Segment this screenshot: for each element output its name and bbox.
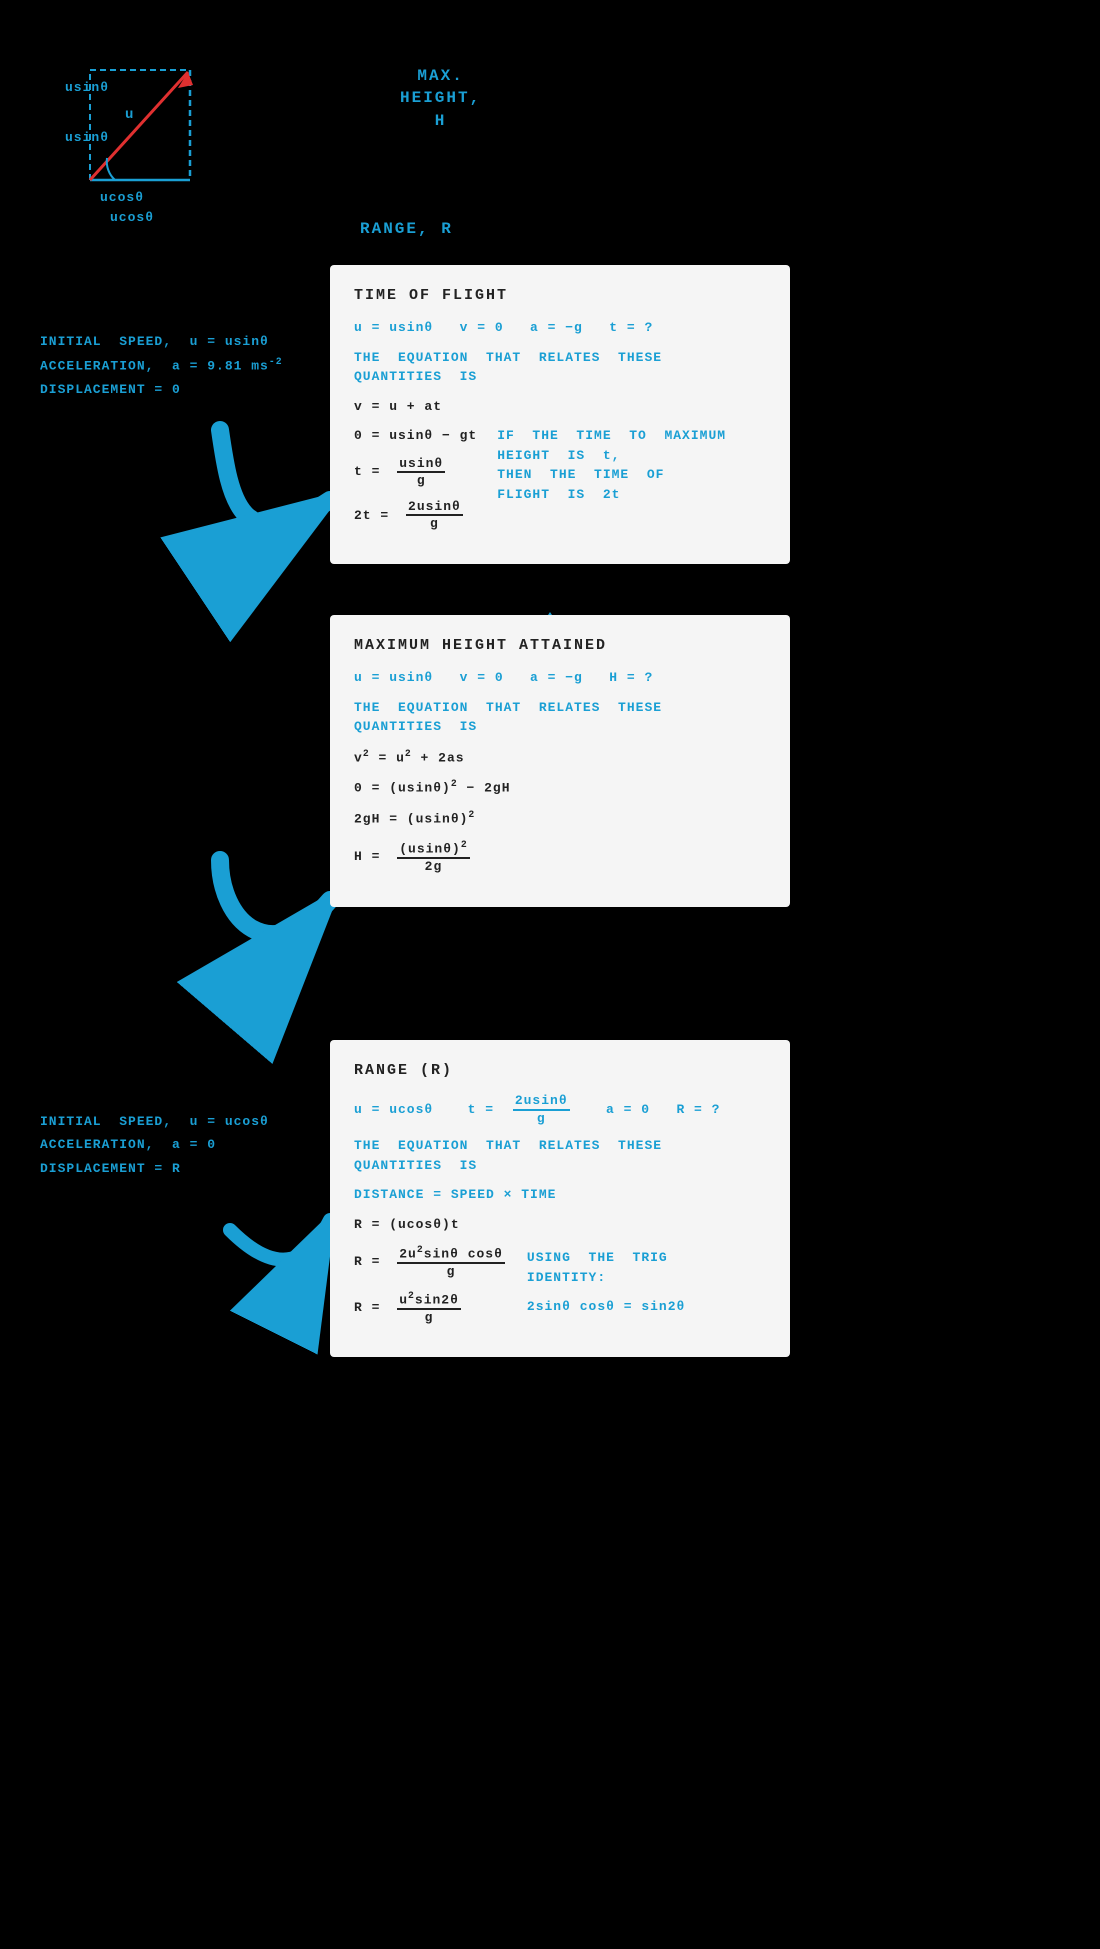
left-info-bottom-line1: INITIAL SPEED, u = ucosθ xyxy=(40,1110,269,1133)
tof-line1: u = usinθ v = 0 a = −g t = ? xyxy=(354,318,766,338)
max-height-title: MAXIMUM HEIGHT ATTAINED xyxy=(354,637,766,654)
tof-side-note: IF THE TIME TO MAXIMUMHEIGHT IS t,THEN T… xyxy=(497,426,687,504)
range-label-top: RANGE, R xyxy=(360,220,453,238)
left-info-line2: ACCELERATION, a = 9.81 ms-2 xyxy=(40,353,283,378)
tof-eq3-num: usinθ xyxy=(397,456,445,474)
max-eq4-den: 2g xyxy=(423,859,445,875)
range-trig-identity: 2sinθ cosθ = sin2θ xyxy=(527,1297,685,1317)
range-line1: u = ucosθ t = 2usinθ g a = 0 R = ? xyxy=(354,1093,766,1126)
max-eq-label: THE EQUATION THAT RELATES THESEQUANTITIE… xyxy=(354,698,766,737)
left-info-line1: INITIAL SPEED, u = usinθ xyxy=(40,330,283,353)
range-eq4-den: g xyxy=(423,1310,436,1326)
range-eq2: R = (ucosθ)t xyxy=(354,1215,766,1235)
range-eq1: DISTANCE = SPEED × TIME xyxy=(354,1185,766,1205)
left-info-bottom-line3: DISPLACEMENT = R xyxy=(40,1157,269,1180)
max-height-box: MAXIMUM HEIGHT ATTAINED u = usinθ v = 0 … xyxy=(330,615,790,907)
tof-eq-label: THE EQUATION THAT RELATES THESEQUANTITIE… xyxy=(354,348,766,387)
range-eq4: R = u2sin2θ g xyxy=(354,1290,507,1326)
range-box: RANGE (R) u = ucosθ t = 2usinθ g a = 0 R… xyxy=(330,1040,790,1357)
range-eq3-num: 2u2sinθ cosθ xyxy=(397,1244,505,1264)
tof-eq3: t = usinθ g xyxy=(354,456,477,489)
range-trig-note: USING THE TRIGIDENTITY: xyxy=(527,1248,685,1287)
range-eq3: R = 2u2sinθ cosθ g xyxy=(354,1244,507,1280)
left-info-bottom: INITIAL SPEED, u = ucosθ ACCELERATION, a… xyxy=(40,1110,269,1180)
time-of-flight-box: TIME OF FLIGHT u = usinθ v = 0 a = −g t … xyxy=(330,265,790,564)
ucos-label: ucosθ xyxy=(100,190,144,205)
left-info-line3: DISPLACEMENT = 0 xyxy=(40,378,283,401)
tof-eq3-den: g xyxy=(415,473,428,489)
max-line1: u = usinθ v = 0 a = −g H = ? xyxy=(354,668,766,688)
tof-eq4-num: 2usinθ xyxy=(406,499,463,517)
tof-eq4-den: g xyxy=(428,516,441,532)
max-eq3: 2gH = (usinθ)2 xyxy=(354,808,766,829)
max-eq4-num: (usinθ)2 xyxy=(397,839,469,859)
max-eq1: v2 = u2 + 2as xyxy=(354,747,766,768)
label-usintheta: usinθ xyxy=(65,130,109,145)
range-eq3-den: g xyxy=(445,1264,458,1280)
max-height-label: MAX. HEIGHT, H xyxy=(400,65,481,132)
range-eq4-num: u2sin2θ xyxy=(397,1290,461,1310)
tof-eq2: 0 = usinθ − gt xyxy=(354,426,477,446)
svg-text:u: u xyxy=(125,107,133,123)
left-info-top: INITIAL SPEED, u = usinθ ACCELERATION, a… xyxy=(40,330,283,402)
max-eq2: 0 = (usinθ)2 − 2gH xyxy=(354,777,766,798)
range-title: RANGE (R) xyxy=(354,1062,766,1079)
time-of-flight-title: TIME OF FLIGHT xyxy=(354,287,766,304)
range-t-den: g xyxy=(535,1111,548,1127)
left-info-bottom-line2: ACCELERATION, a = 0 xyxy=(40,1133,269,1156)
range-t-num: 2usinθ xyxy=(513,1093,570,1111)
tof-eq1: v = u + at xyxy=(354,397,766,417)
max-eq4: H = (usinθ)2 2g xyxy=(354,839,766,875)
usin-label: usinθ xyxy=(65,80,109,95)
range-eq-label: THE EQUATION THAT RELATES THESEQUANTITIE… xyxy=(354,1136,766,1175)
label-ucostheta: ucosθ xyxy=(110,210,154,225)
tof-eq4: 2t = 2usinθ g xyxy=(354,499,477,532)
page-container: u usinθ ucosθ usinθ ucosθ MAX. HEIGHT, H… xyxy=(0,0,1100,1949)
